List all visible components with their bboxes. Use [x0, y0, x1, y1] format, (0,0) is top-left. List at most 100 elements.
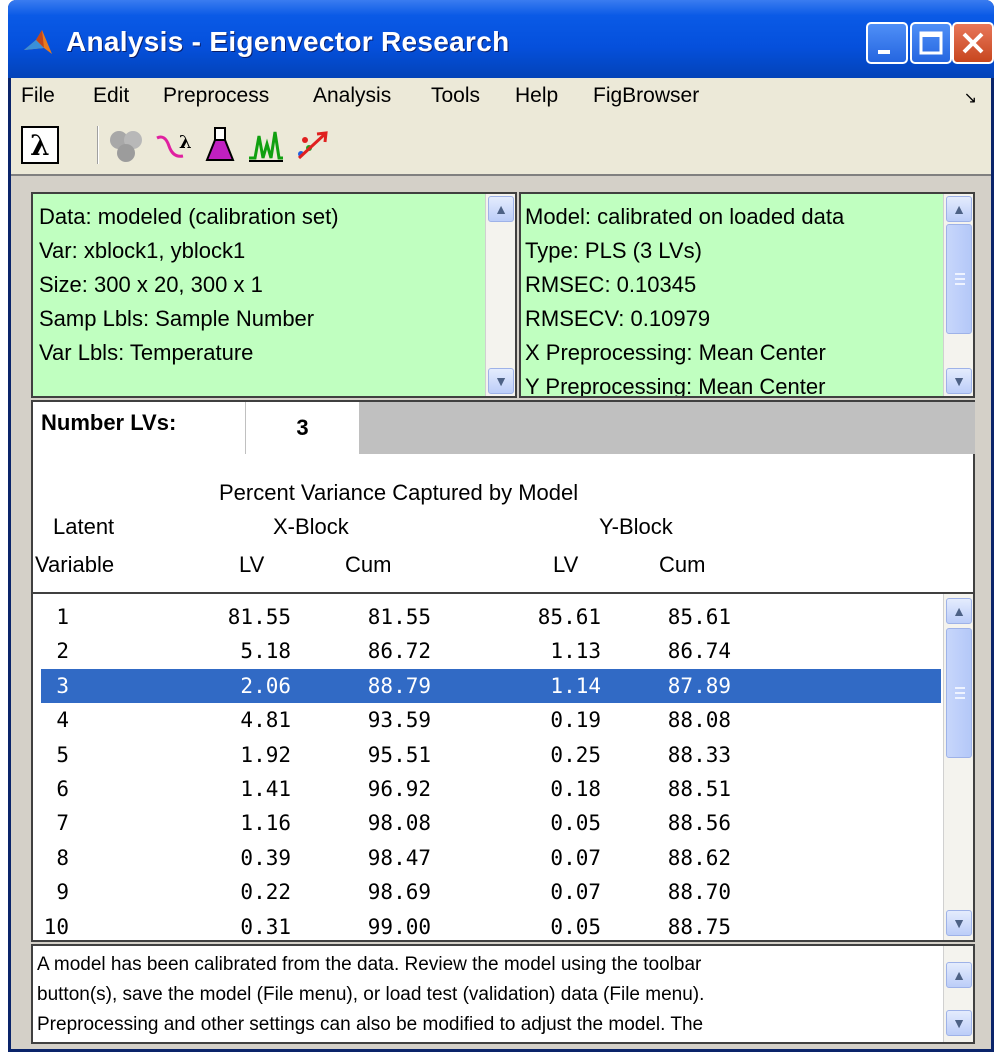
- table-scrollbar[interactable]: ▲ ▼: [943, 594, 973, 940]
- table-row[interactable]: 10 0.31 99.00 0.05 88.75: [41, 910, 941, 940]
- close-icon: [962, 32, 984, 54]
- status-message-box[interactable]: A model has been calibrated from the dat…: [31, 944, 975, 1044]
- table-row[interactable]: 4 4.81 93.59 0.19 88.08: [41, 703, 941, 737]
- table-row[interactable]: 9 0.22 98.69 0.07 88.70: [41, 875, 941, 909]
- latent-header: Latent: [53, 514, 115, 539]
- lambda-icon[interactable]: λ: [21, 126, 59, 164]
- menu-tools[interactable]: Tools: [431, 84, 480, 108]
- scatter-arrow-icon[interactable]: [293, 126, 331, 164]
- variance-cell: 0.39: [240, 845, 291, 870]
- table-row[interactable]: 6 1.41 96.92 0.18 88.51: [41, 772, 941, 806]
- spectra-lambda-icon[interactable]: λ: [155, 126, 193, 164]
- variance-cell: 0.05: [550, 914, 601, 939]
- gear-cluster-icon[interactable]: [107, 126, 145, 164]
- variance-cell: 0.07: [550, 845, 601, 870]
- svg-text:λ: λ: [30, 129, 50, 162]
- scroll-thumb[interactable]: [946, 628, 972, 758]
- lv-number-cell: 2: [56, 639, 69, 664]
- peaks-plot-icon[interactable]: [247, 126, 285, 164]
- data-info-panel[interactable]: Data: modeled (calibration set) Var: xbl…: [31, 192, 517, 398]
- variance-cell: 88.75: [667, 914, 731, 939]
- variance-cell: 96.92: [367, 777, 431, 801]
- variance-cell: 98.08: [367, 811, 431, 836]
- table-row[interactable]: 1 81.55 81.55 85.61 85.61: [41, 600, 941, 634]
- scroll-down-icon[interactable]: ▼: [946, 910, 972, 936]
- variance-cell: 88.79: [367, 673, 431, 698]
- matlab-icon: [24, 30, 52, 54]
- variance-cell: 98.69: [367, 880, 431, 905]
- lv-number-cell: 5: [56, 742, 69, 767]
- scroll-thumb[interactable]: [946, 224, 972, 334]
- data-panel-scrollbar[interactable]: ▲ ▼: [485, 194, 515, 396]
- menu-analysis[interactable]: Analysis: [313, 84, 391, 108]
- variance-table[interactable]: 1 81.55 81.55 85.61 85.61 2 5.18 86.72 1.13 86.74…: [31, 592, 975, 942]
- lv-number-cell: 6: [56, 777, 69, 801]
- close-button[interactable]: [952, 22, 994, 64]
- variable-header: Variable: [35, 552, 115, 577]
- variance-header-area: Number LVs: 3 Percent Variance Captured …: [31, 400, 975, 592]
- number-lvs-input[interactable]: 3: [245, 402, 359, 454]
- table-row[interactable]: 5 1.92 95.51 0.25 88.33: [41, 738, 941, 772]
- status-line: button(s), save the model (File menu), o…: [37, 984, 705, 1005]
- variance-cell: 1.16: [240, 811, 291, 836]
- lv-number-cell: 8: [56, 845, 69, 870]
- lv-number-cell: 9: [56, 880, 69, 905]
- toolbar-separator: [97, 126, 99, 164]
- data-line: Var Lbls: Temperature: [39, 340, 254, 365]
- scroll-up-icon[interactable]: ▲: [946, 196, 972, 222]
- status-line: Preprocessing and other settings can als…: [37, 1014, 704, 1035]
- model-line: Y Preprocessing: Mean Center: [525, 374, 826, 398]
- variance-cell: 0.19: [550, 708, 601, 733]
- minimize-icon: [878, 50, 890, 54]
- menu-edit[interactable]: Edit: [93, 84, 129, 108]
- y-cum-header: Cum: [659, 552, 706, 577]
- table-row[interactable]: 3 2.06 88.79 1.14 87.89: [40, 667, 942, 704]
- variance-cell: 86.74: [667, 639, 731, 664]
- variance-cell: 86.72: [367, 639, 431, 664]
- variance-cell: 88.62: [667, 845, 731, 870]
- minimize-button[interactable]: [866, 22, 908, 64]
- status-scrollbar[interactable]: ▲ ▼: [943, 946, 973, 1042]
- variance-cell: 1.14: [550, 673, 601, 698]
- variance-cell: 98.47: [367, 845, 431, 870]
- scroll-down-icon[interactable]: ▼: [946, 1010, 972, 1036]
- scroll-down-icon[interactable]: ▼: [488, 368, 514, 394]
- scroll-up-icon[interactable]: ▲: [488, 196, 514, 222]
- dock-arrow-icon[interactable]: ↘: [964, 88, 977, 108]
- table-row[interactable]: 2 5.18 86.72 1.13 86.74: [41, 634, 941, 668]
- scroll-down-icon[interactable]: ▼: [946, 368, 972, 394]
- variance-cell: 1.92: [240, 742, 291, 767]
- menu-help[interactable]: Help: [515, 84, 558, 108]
- variance-cell: 4.81: [240, 708, 291, 733]
- table-row[interactable]: 8 0.39 98.47 0.07 88.62: [41, 841, 941, 875]
- scroll-up-icon[interactable]: ▲: [946, 962, 972, 988]
- variance-cell: 0.22: [240, 880, 291, 905]
- table-row[interactable]: 7 1.16 98.08 0.05 88.56: [41, 806, 941, 840]
- lv-number-cell: 1: [56, 605, 69, 629]
- variance-cell: 85.61: [667, 605, 731, 629]
- maximize-icon: [919, 31, 943, 55]
- scroll-up-icon[interactable]: ▲: [946, 598, 972, 624]
- menu-file[interactable]: File: [21, 84, 55, 108]
- lv-number-cell: 3: [56, 673, 69, 698]
- flask-icon[interactable]: [201, 126, 239, 164]
- analysis-window: Analysis - Eigenvector Research File Edi…: [8, 0, 994, 1052]
- variance-cell: 1.13: [550, 639, 601, 664]
- variance-cell: 85.61: [537, 605, 601, 629]
- data-line: Size: 300 x 20, 300 x 1: [39, 272, 263, 297]
- model-panel-scrollbar[interactable]: ▲ ▼: [943, 194, 973, 396]
- variance-cell: 88.56: [667, 811, 731, 836]
- title-bar[interactable]: Analysis - Eigenvector Research: [8, 0, 994, 78]
- model-info-panel[interactable]: Model: calibrated on loaded data Type: P…: [519, 192, 975, 398]
- model-line: Type: PLS (3 LVs): [525, 238, 702, 263]
- menu-preprocess[interactable]: Preprocess: [163, 84, 269, 108]
- status-line: A model has been calibrated from the dat…: [37, 954, 702, 975]
- variance-cell: 88.70: [667, 880, 731, 905]
- menu-figbrowser[interactable]: FigBrowser: [593, 84, 699, 108]
- yblock-header: Y-Block: [599, 514, 673, 539]
- maximize-button[interactable]: [910, 22, 952, 64]
- variance-cell: 99.00: [367, 914, 431, 939]
- variance-cell: 0.18: [550, 777, 601, 801]
- variance-cell: 88.51: [667, 777, 731, 801]
- variance-cell: 0.05: [550, 811, 601, 836]
